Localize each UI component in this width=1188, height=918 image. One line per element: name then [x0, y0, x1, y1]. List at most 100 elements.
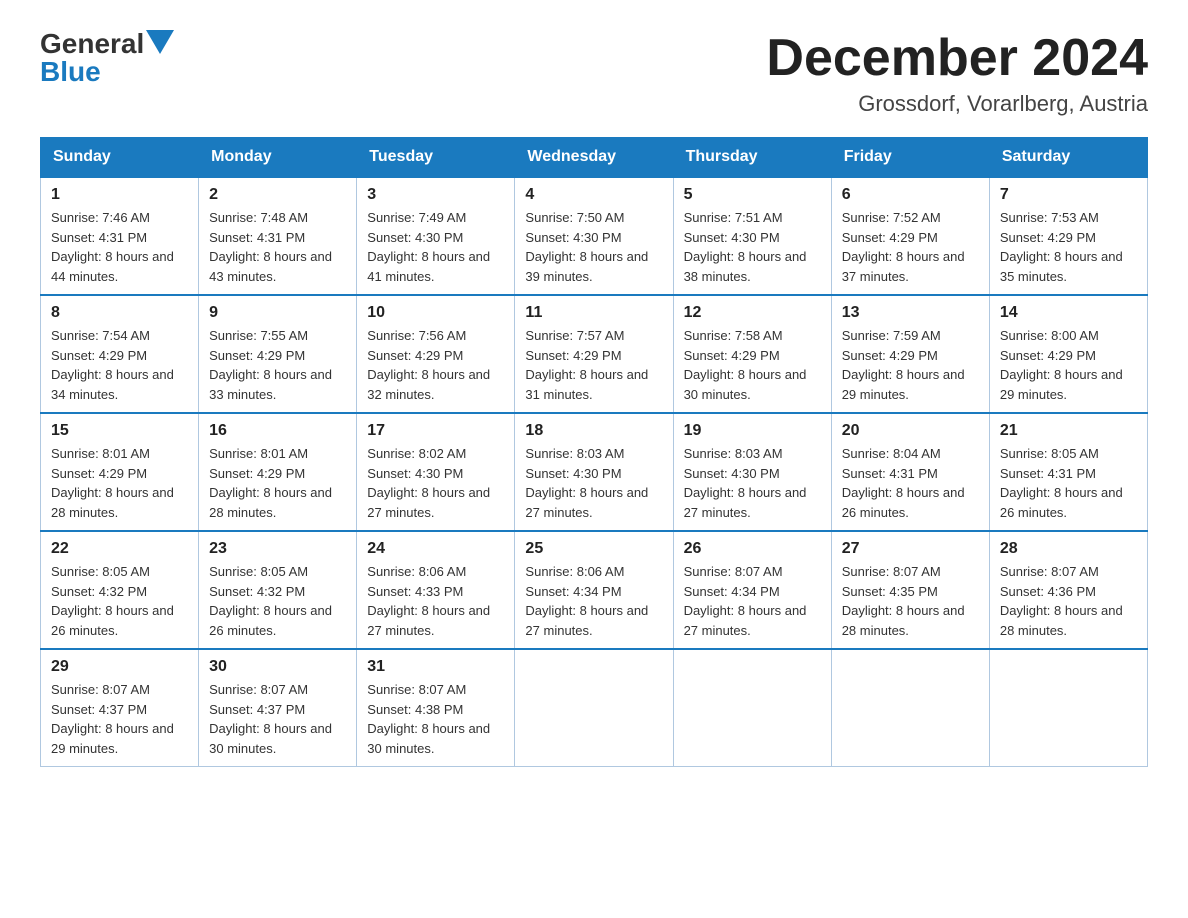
weekday-header-row: Sunday Monday Tuesday Wednesday Thursday…: [41, 138, 1148, 178]
logo: General Blue: [40, 30, 174, 86]
day-cell: 17 Sunrise: 8:02 AMSunset: 4:30 PMDaylig…: [357, 413, 515, 531]
header-monday: Monday: [199, 138, 357, 178]
day-number: 2: [209, 186, 346, 204]
logo-blue-text: Blue: [40, 58, 101, 86]
day-cell: 22 Sunrise: 8:05 AMSunset: 4:32 PMDaylig…: [41, 531, 199, 649]
day-cell: [989, 649, 1147, 767]
day-info: Sunrise: 8:03 AMSunset: 4:30 PMDaylight:…: [684, 446, 807, 520]
calendar-body: 1 Sunrise: 7:46 AMSunset: 4:31 PMDayligh…: [41, 177, 1148, 767]
day-info: Sunrise: 7:54 AMSunset: 4:29 PMDaylight:…: [51, 328, 174, 402]
day-info: Sunrise: 7:55 AMSunset: 4:29 PMDaylight:…: [209, 328, 332, 402]
header-wednesday: Wednesday: [515, 138, 673, 178]
day-info: Sunrise: 8:07 AMSunset: 4:37 PMDaylight:…: [209, 682, 332, 756]
day-info: Sunrise: 8:01 AMSunset: 4:29 PMDaylight:…: [209, 446, 332, 520]
day-number: 28: [1000, 540, 1137, 558]
day-number: 26: [684, 540, 821, 558]
day-number: 19: [684, 422, 821, 440]
location-text: Grossdorf, Vorarlberg, Austria: [766, 91, 1148, 117]
logo-triangle-icon: [146, 30, 174, 54]
day-cell: 24 Sunrise: 8:06 AMSunset: 4:33 PMDaylig…: [357, 531, 515, 649]
day-cell: [515, 649, 673, 767]
day-info: Sunrise: 7:50 AMSunset: 4:30 PMDaylight:…: [525, 210, 648, 284]
calendar-header: Sunday Monday Tuesday Wednesday Thursday…: [41, 138, 1148, 178]
day-number: 12: [684, 304, 821, 322]
day-info: Sunrise: 7:48 AMSunset: 4:31 PMDaylight:…: [209, 210, 332, 284]
day-number: 29: [51, 658, 188, 676]
day-info: Sunrise: 8:07 AMSunset: 4:34 PMDaylight:…: [684, 564, 807, 638]
week-row-4: 22 Sunrise: 8:05 AMSunset: 4:32 PMDaylig…: [41, 531, 1148, 649]
day-number: 9: [209, 304, 346, 322]
day-info: Sunrise: 8:01 AMSunset: 4:29 PMDaylight:…: [51, 446, 174, 520]
day-info: Sunrise: 8:03 AMSunset: 4:30 PMDaylight:…: [525, 446, 648, 520]
day-info: Sunrise: 8:07 AMSunset: 4:38 PMDaylight:…: [367, 682, 490, 756]
day-cell: 20 Sunrise: 8:04 AMSunset: 4:31 PMDaylig…: [831, 413, 989, 531]
day-number: 24: [367, 540, 504, 558]
day-info: Sunrise: 8:05 AMSunset: 4:31 PMDaylight:…: [1000, 446, 1123, 520]
day-cell: 16 Sunrise: 8:01 AMSunset: 4:29 PMDaylig…: [199, 413, 357, 531]
day-number: 25: [525, 540, 662, 558]
day-cell: 23 Sunrise: 8:05 AMSunset: 4:32 PMDaylig…: [199, 531, 357, 649]
header-saturday: Saturday: [989, 138, 1147, 178]
day-info: Sunrise: 8:05 AMSunset: 4:32 PMDaylight:…: [51, 564, 174, 638]
day-info: Sunrise: 8:07 AMSunset: 4:35 PMDaylight:…: [842, 564, 965, 638]
day-number: 20: [842, 422, 979, 440]
day-cell: 4 Sunrise: 7:50 AMSunset: 4:30 PMDayligh…: [515, 177, 673, 295]
day-info: Sunrise: 8:06 AMSunset: 4:34 PMDaylight:…: [525, 564, 648, 638]
day-info: Sunrise: 8:00 AMSunset: 4:29 PMDaylight:…: [1000, 328, 1123, 402]
day-info: Sunrise: 8:07 AMSunset: 4:36 PMDaylight:…: [1000, 564, 1123, 638]
day-number: 18: [525, 422, 662, 440]
header-thursday: Thursday: [673, 138, 831, 178]
month-title: December 2024: [766, 30, 1148, 87]
day-info: Sunrise: 7:52 AMSunset: 4:29 PMDaylight:…: [842, 210, 965, 284]
header-sunday: Sunday: [41, 138, 199, 178]
day-info: Sunrise: 7:59 AMSunset: 4:29 PMDaylight:…: [842, 328, 965, 402]
day-info: Sunrise: 8:02 AMSunset: 4:30 PMDaylight:…: [367, 446, 490, 520]
day-cell: 30 Sunrise: 8:07 AMSunset: 4:37 PMDaylig…: [199, 649, 357, 767]
day-info: Sunrise: 8:06 AMSunset: 4:33 PMDaylight:…: [367, 564, 490, 638]
day-cell: 8 Sunrise: 7:54 AMSunset: 4:29 PMDayligh…: [41, 295, 199, 413]
day-number: 23: [209, 540, 346, 558]
day-cell: 12 Sunrise: 7:58 AMSunset: 4:29 PMDaylig…: [673, 295, 831, 413]
day-cell: 11 Sunrise: 7:57 AMSunset: 4:29 PMDaylig…: [515, 295, 673, 413]
day-info: Sunrise: 7:57 AMSunset: 4:29 PMDaylight:…: [525, 328, 648, 402]
week-row-3: 15 Sunrise: 8:01 AMSunset: 4:29 PMDaylig…: [41, 413, 1148, 531]
day-number: 17: [367, 422, 504, 440]
day-info: Sunrise: 7:53 AMSunset: 4:29 PMDaylight:…: [1000, 210, 1123, 284]
day-number: 22: [51, 540, 188, 558]
day-cell: 6 Sunrise: 7:52 AMSunset: 4:29 PMDayligh…: [831, 177, 989, 295]
day-cell: 19 Sunrise: 8:03 AMSunset: 4:30 PMDaylig…: [673, 413, 831, 531]
day-number: 14: [1000, 304, 1137, 322]
day-cell: 2 Sunrise: 7:48 AMSunset: 4:31 PMDayligh…: [199, 177, 357, 295]
day-info: Sunrise: 7:51 AMSunset: 4:30 PMDaylight:…: [684, 210, 807, 284]
day-number: 5: [684, 186, 821, 204]
day-cell: 28 Sunrise: 8:07 AMSunset: 4:36 PMDaylig…: [989, 531, 1147, 649]
day-cell: 18 Sunrise: 8:03 AMSunset: 4:30 PMDaylig…: [515, 413, 673, 531]
day-cell: 3 Sunrise: 7:49 AMSunset: 4:30 PMDayligh…: [357, 177, 515, 295]
day-cell: [673, 649, 831, 767]
day-cell: 10 Sunrise: 7:56 AMSunset: 4:29 PMDaylig…: [357, 295, 515, 413]
day-number: 13: [842, 304, 979, 322]
day-cell: 7 Sunrise: 7:53 AMSunset: 4:29 PMDayligh…: [989, 177, 1147, 295]
day-cell: 1 Sunrise: 7:46 AMSunset: 4:31 PMDayligh…: [41, 177, 199, 295]
day-number: 8: [51, 304, 188, 322]
day-cell: 25 Sunrise: 8:06 AMSunset: 4:34 PMDaylig…: [515, 531, 673, 649]
day-cell: 9 Sunrise: 7:55 AMSunset: 4:29 PMDayligh…: [199, 295, 357, 413]
day-info: Sunrise: 7:56 AMSunset: 4:29 PMDaylight:…: [367, 328, 490, 402]
day-info: Sunrise: 8:07 AMSunset: 4:37 PMDaylight:…: [51, 682, 174, 756]
day-info: Sunrise: 7:58 AMSunset: 4:29 PMDaylight:…: [684, 328, 807, 402]
day-cell: 5 Sunrise: 7:51 AMSunset: 4:30 PMDayligh…: [673, 177, 831, 295]
week-row-1: 1 Sunrise: 7:46 AMSunset: 4:31 PMDayligh…: [41, 177, 1148, 295]
day-number: 4: [525, 186, 662, 204]
day-number: 10: [367, 304, 504, 322]
day-info: Sunrise: 8:05 AMSunset: 4:32 PMDaylight:…: [209, 564, 332, 638]
logo-general-text: General: [40, 30, 144, 58]
day-info: Sunrise: 7:46 AMSunset: 4:31 PMDaylight:…: [51, 210, 174, 284]
day-number: 15: [51, 422, 188, 440]
day-cell: 14 Sunrise: 8:00 AMSunset: 4:29 PMDaylig…: [989, 295, 1147, 413]
day-info: Sunrise: 8:04 AMSunset: 4:31 PMDaylight:…: [842, 446, 965, 520]
week-row-2: 8 Sunrise: 7:54 AMSunset: 4:29 PMDayligh…: [41, 295, 1148, 413]
day-cell: 27 Sunrise: 8:07 AMSunset: 4:35 PMDaylig…: [831, 531, 989, 649]
day-number: 30: [209, 658, 346, 676]
day-cell: 21 Sunrise: 8:05 AMSunset: 4:31 PMDaylig…: [989, 413, 1147, 531]
day-number: 21: [1000, 422, 1137, 440]
